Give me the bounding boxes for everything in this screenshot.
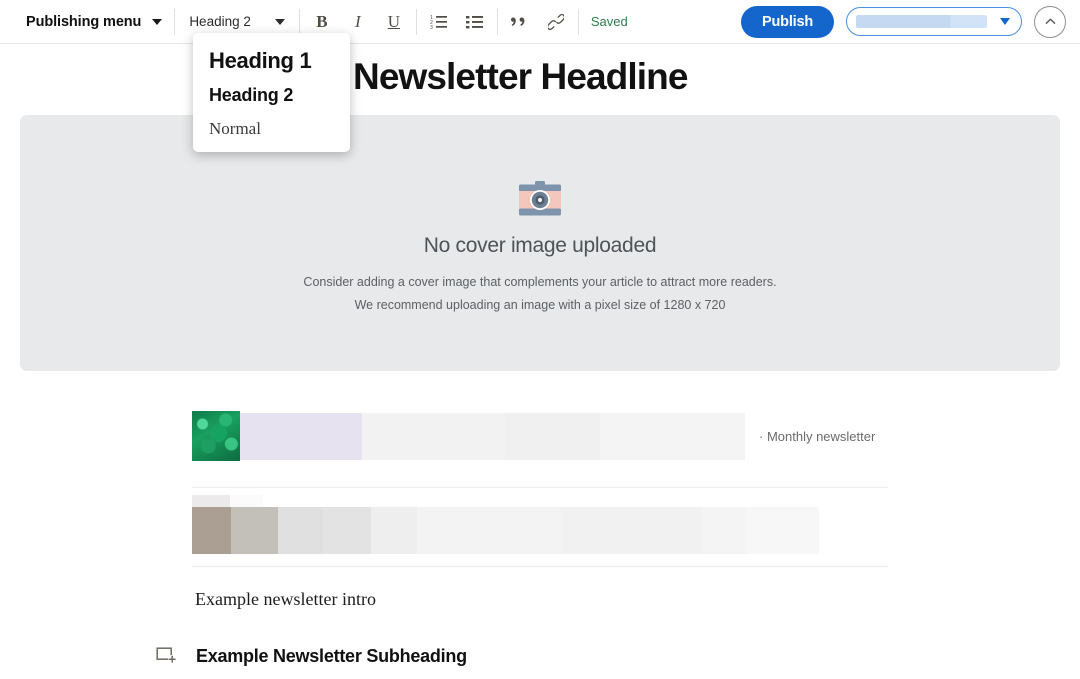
toolbar-divider <box>577 8 579 35</box>
embed-skeleton-caption-row <box>192 495 819 507</box>
embed-skeleton-bar <box>278 507 323 554</box>
cover-placeholder-title: No cover image uploaded <box>423 234 657 257</box>
embed-skeleton-bar <box>417 507 561 554</box>
embed-skeleton-bar <box>600 412 745 460</box>
svg-text:3: 3 <box>430 25 433 29</box>
chevron-down-icon <box>1000 18 1010 25</box>
style-option-heading-1[interactable]: Heading 1 <box>193 42 350 79</box>
link-icon[interactable] <box>546 12 566 32</box>
embed-skeleton-bar <box>230 495 263 507</box>
insert-group <box>510 12 566 32</box>
embed-skeleton-bar <box>323 507 371 554</box>
cover-image-placeholder[interactable]: No cover image uploaded Consider adding … <box>20 115 1060 371</box>
text-format-group: B I U <box>312 13 404 30</box>
embed-thumbnail-foliage <box>192 411 240 461</box>
cover-description-line-2: We recommend uploading an image with a p… <box>354 298 726 313</box>
save-status: Saved <box>590 14 628 29</box>
toolbar-divider <box>174 8 176 35</box>
heading-block-text[interactable]: Example Newsletter Subheading <box>196 646 467 667</box>
publish-button[interactable]: Publish <box>741 5 834 38</box>
embed-skeleton-bar-row <box>192 507 819 554</box>
chevron-up-icon <box>1045 18 1055 24</box>
italic-button[interactable]: I <box>348 13 368 30</box>
embed-skeleton-bar <box>747 507 819 554</box>
block-divider <box>192 566 888 567</box>
cover-placeholder-description: Consider adding a cover image that compl… <box>303 271 776 317</box>
chevron-down-icon <box>274 18 285 25</box>
camera-icon <box>516 181 564 220</box>
publication-select[interactable] <box>846 7 1022 36</box>
toolbar-divider <box>415 8 417 35</box>
block-divider <box>192 487 888 488</box>
paragraph-block[interactable]: Example newsletter intro <box>195 589 376 610</box>
embed-block-2[interactable] <box>192 495 819 554</box>
cover-description-line-1: Consider adding a cover image that compl… <box>303 275 777 289</box>
embed-skeleton-bar <box>561 507 702 554</box>
toolbar-divider <box>298 8 300 35</box>
text-style-select[interactable]: Heading 2 <box>187 14 287 29</box>
embed-block-1[interactable]: · Monthly newsletter <box>192 411 875 461</box>
text-style-value: Heading 2 <box>189 14 251 29</box>
bold-button[interactable]: B <box>312 13 332 30</box>
toolbar-divider <box>496 8 498 35</box>
editor-toolbar: Publishing menu Heading 2 B I U 1 2 3 Sa… <box>0 0 1080 44</box>
quote-icon[interactable] <box>510 12 530 32</box>
publishing-menu-label: Publishing menu <box>26 13 142 30</box>
embed-skeleton-bar <box>240 412 362 460</box>
list-format-group: 1 2 3 <box>429 12 485 32</box>
embed-caption: · Monthly newsletter <box>759 428 876 444</box>
bullet-list-icon[interactable] <box>465 12 485 32</box>
embed-skeleton-bar <box>371 507 417 554</box>
embed-skeleton-bar <box>702 507 747 554</box>
style-option-normal[interactable]: Normal <box>193 112 350 143</box>
publishing-menu-button[interactable]: Publishing menu <box>26 13 163 30</box>
embed-skeleton-bar <box>192 507 231 554</box>
text-style-dropdown-menu: Heading 1 Heading 2 Normal <box>193 33 350 152</box>
style-option-heading-2[interactable]: Heading 2 <box>193 79 350 112</box>
embed-skeleton-bar <box>231 507 278 554</box>
embed-skeleton-bar <box>192 495 230 507</box>
embed-skeleton-bar <box>362 412 505 460</box>
publication-select-placeholder <box>856 15 987 28</box>
embed-skeleton-bar <box>505 412 600 460</box>
heading-block-row: Example Newsletter Subheading <box>156 645 467 667</box>
ordered-list-icon[interactable]: 1 2 3 <box>429 12 449 32</box>
article-headline[interactable]: Newsletter Headline <box>353 56 688 97</box>
add-block-icon[interactable] <box>156 645 178 667</box>
underline-button[interactable]: U <box>384 13 404 30</box>
collapse-toolbar-button[interactable] <box>1034 5 1066 38</box>
chevron-down-icon <box>152 18 163 25</box>
